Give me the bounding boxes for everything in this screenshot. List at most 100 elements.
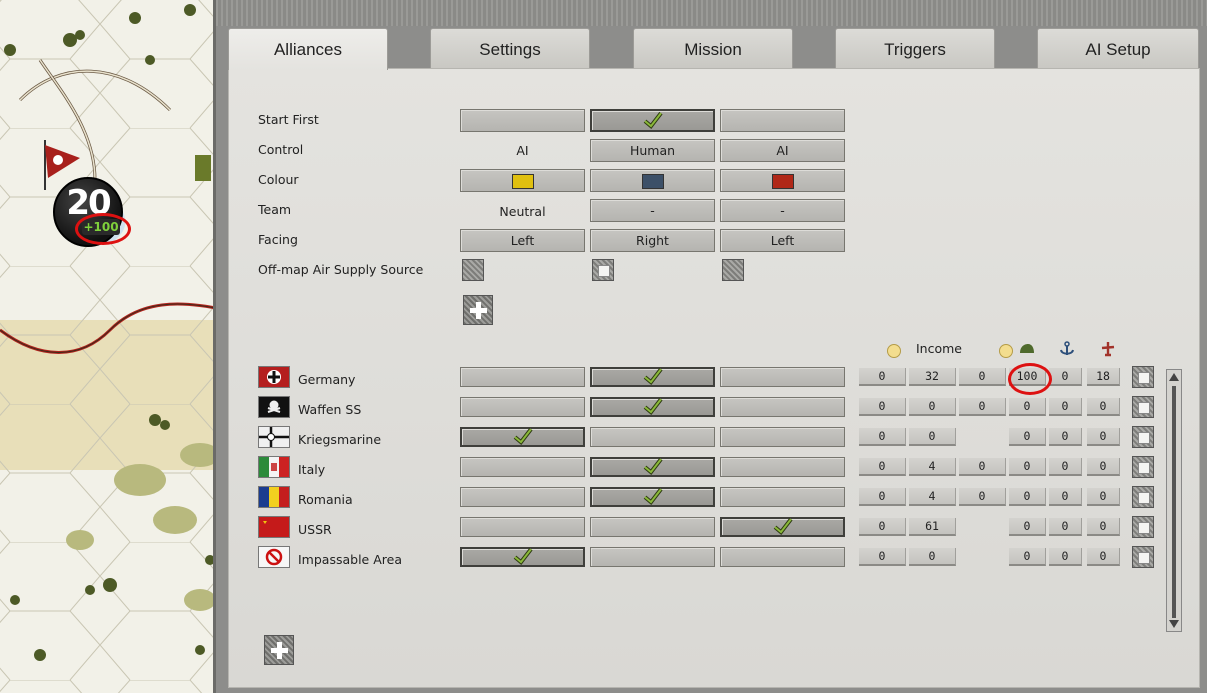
facing-side-3[interactable]: Left [720,229,845,252]
faction-value[interactable]: 0 [1009,428,1046,446]
faction-options-checkbox[interactable] [1132,366,1154,388]
faction-value[interactable]: 0 [909,398,956,416]
faction-value[interactable]: 0 [1087,398,1120,416]
faction-value[interactable]: 0 [1049,488,1082,506]
faction-side-2-cell[interactable] [590,547,715,567]
tab-alliances[interactable]: Alliances [228,28,388,70]
tab-ai-setup[interactable]: AI Setup [1037,28,1199,68]
faction-value[interactable]: 4 [909,458,956,476]
faction-value[interactable]: 0 [1087,518,1120,536]
faction-value[interactable]: 0 [859,458,906,476]
faction-side-2-cell[interactable] [590,487,715,507]
faction-value[interactable]: 18 [1087,368,1120,386]
faction-value[interactable]: 0 [1009,488,1046,506]
factions-scrollbar[interactable] [1166,369,1182,632]
add-faction-button[interactable] [264,635,294,665]
faction-value[interactable]: 0 [1049,398,1082,416]
faction-value[interactable]: 0 [859,548,906,566]
faction-value[interactable]: 0 [1049,458,1082,476]
faction-options-checkbox[interactable] [1132,426,1154,448]
faction-value[interactable]: 0 [859,488,906,506]
faction-value[interactable]: 0 [1087,458,1120,476]
scroll-up-arrow-icon[interactable] [1169,373,1179,381]
faction-side-2-cell[interactable] [590,457,715,477]
faction-options-checkbox[interactable] [1132,516,1154,538]
add-side-button[interactable] [463,295,493,325]
team-side-1[interactable]: Neutral [460,200,585,223]
faction-side-3-cell[interactable] [720,517,845,537]
colour-side-1[interactable] [460,169,585,192]
faction-side-2-cell[interactable] [590,367,715,387]
faction-value[interactable]: 0 [1087,548,1120,566]
faction-options-checkbox[interactable] [1132,546,1154,568]
facing-label: Facing [258,232,298,247]
tab-mission[interactable]: Mission [633,28,793,68]
air-supply-checkbox-side-3[interactable] [722,259,744,281]
anchor-icon [1060,341,1074,355]
start-first-side-2[interactable] [590,109,715,132]
faction-side-3-cell[interactable] [720,397,845,417]
faction-value[interactable]: 0 [909,428,956,446]
team-side-3[interactable]: - [720,199,845,222]
start-first-side-1[interactable] [460,109,585,132]
faction-side-1-cell[interactable] [460,427,585,447]
faction-side-1-cell[interactable] [460,397,585,417]
faction-value[interactable]: 0 [1087,488,1120,506]
faction-side-2-cell[interactable] [590,397,715,417]
faction-side-3-cell[interactable] [720,427,845,447]
faction-value[interactable]: 0 [1049,548,1082,566]
faction-value[interactable]: 32 [909,368,956,386]
faction-value[interactable]: 0 [859,368,906,386]
tab-triggers[interactable]: Triggers [835,28,995,68]
map-view[interactable]: 20 +100 [0,0,225,693]
colour-side-3[interactable] [720,169,845,192]
faction-value[interactable]: 0 [959,368,1006,386]
faction-value[interactable]: 0 [1049,428,1082,446]
faction-value[interactable]: 0 [1009,518,1046,536]
scroll-down-arrow-icon[interactable] [1169,620,1179,628]
faction-value[interactable]: 0 [859,398,906,416]
faction-value[interactable]: 0 [859,428,906,446]
faction-side-1-cell[interactable] [460,457,585,477]
faction-value[interactable]: 0 [959,458,1006,476]
faction-side-1-cell[interactable] [460,367,585,387]
faction-value[interactable]: 0 [1049,368,1082,386]
faction-value[interactable]: 0 [959,488,1006,506]
start-first-side-3[interactable] [720,109,845,132]
faction-value[interactable]: 0 [909,548,956,566]
air-supply-checkbox-side-1[interactable] [462,259,484,281]
facing-side-1[interactable]: Left [460,229,585,252]
control-side-1[interactable]: AI [460,139,585,162]
faction-value[interactable]: 0 [859,518,906,536]
control-side-2[interactable]: Human [590,139,715,162]
air-supply-checkbox-side-2[interactable] [592,259,614,281]
faction-value[interactable]: 0 [1009,548,1046,566]
faction-name: Romania [298,492,353,507]
faction-side-2-cell[interactable] [590,427,715,447]
faction-side-1-cell[interactable] [460,487,585,507]
scroll-track[interactable] [1172,386,1176,618]
faction-side-3-cell[interactable] [720,457,845,477]
faction-value[interactable]: 0 [959,398,1006,416]
faction-side-1-cell[interactable] [460,517,585,537]
team-label: Team [258,202,292,217]
faction-side-3-cell[interactable] [720,547,845,567]
faction-value[interactable]: 0 [1087,428,1120,446]
faction-value[interactable]: 0 [1049,518,1082,536]
facing-side-2[interactable]: Right [590,229,715,252]
faction-side-1-cell[interactable] [460,547,585,567]
faction-options-checkbox[interactable] [1132,486,1154,508]
tab-settings[interactable]: Settings [430,28,590,68]
colour-side-2[interactable] [590,169,715,192]
faction-side-3-cell[interactable] [720,487,845,507]
team-side-2[interactable]: - [590,199,715,222]
faction-side-3-cell[interactable] [720,367,845,387]
faction-options-checkbox[interactable] [1132,456,1154,478]
control-side-3[interactable]: AI [720,139,845,162]
faction-side-2-cell[interactable] [590,517,715,537]
faction-value[interactable]: 61 [909,518,956,536]
faction-value[interactable]: 4 [909,488,956,506]
faction-options-checkbox[interactable] [1132,396,1154,418]
faction-value[interactable]: 0 [1009,398,1046,416]
faction-value[interactable]: 0 [1009,458,1046,476]
